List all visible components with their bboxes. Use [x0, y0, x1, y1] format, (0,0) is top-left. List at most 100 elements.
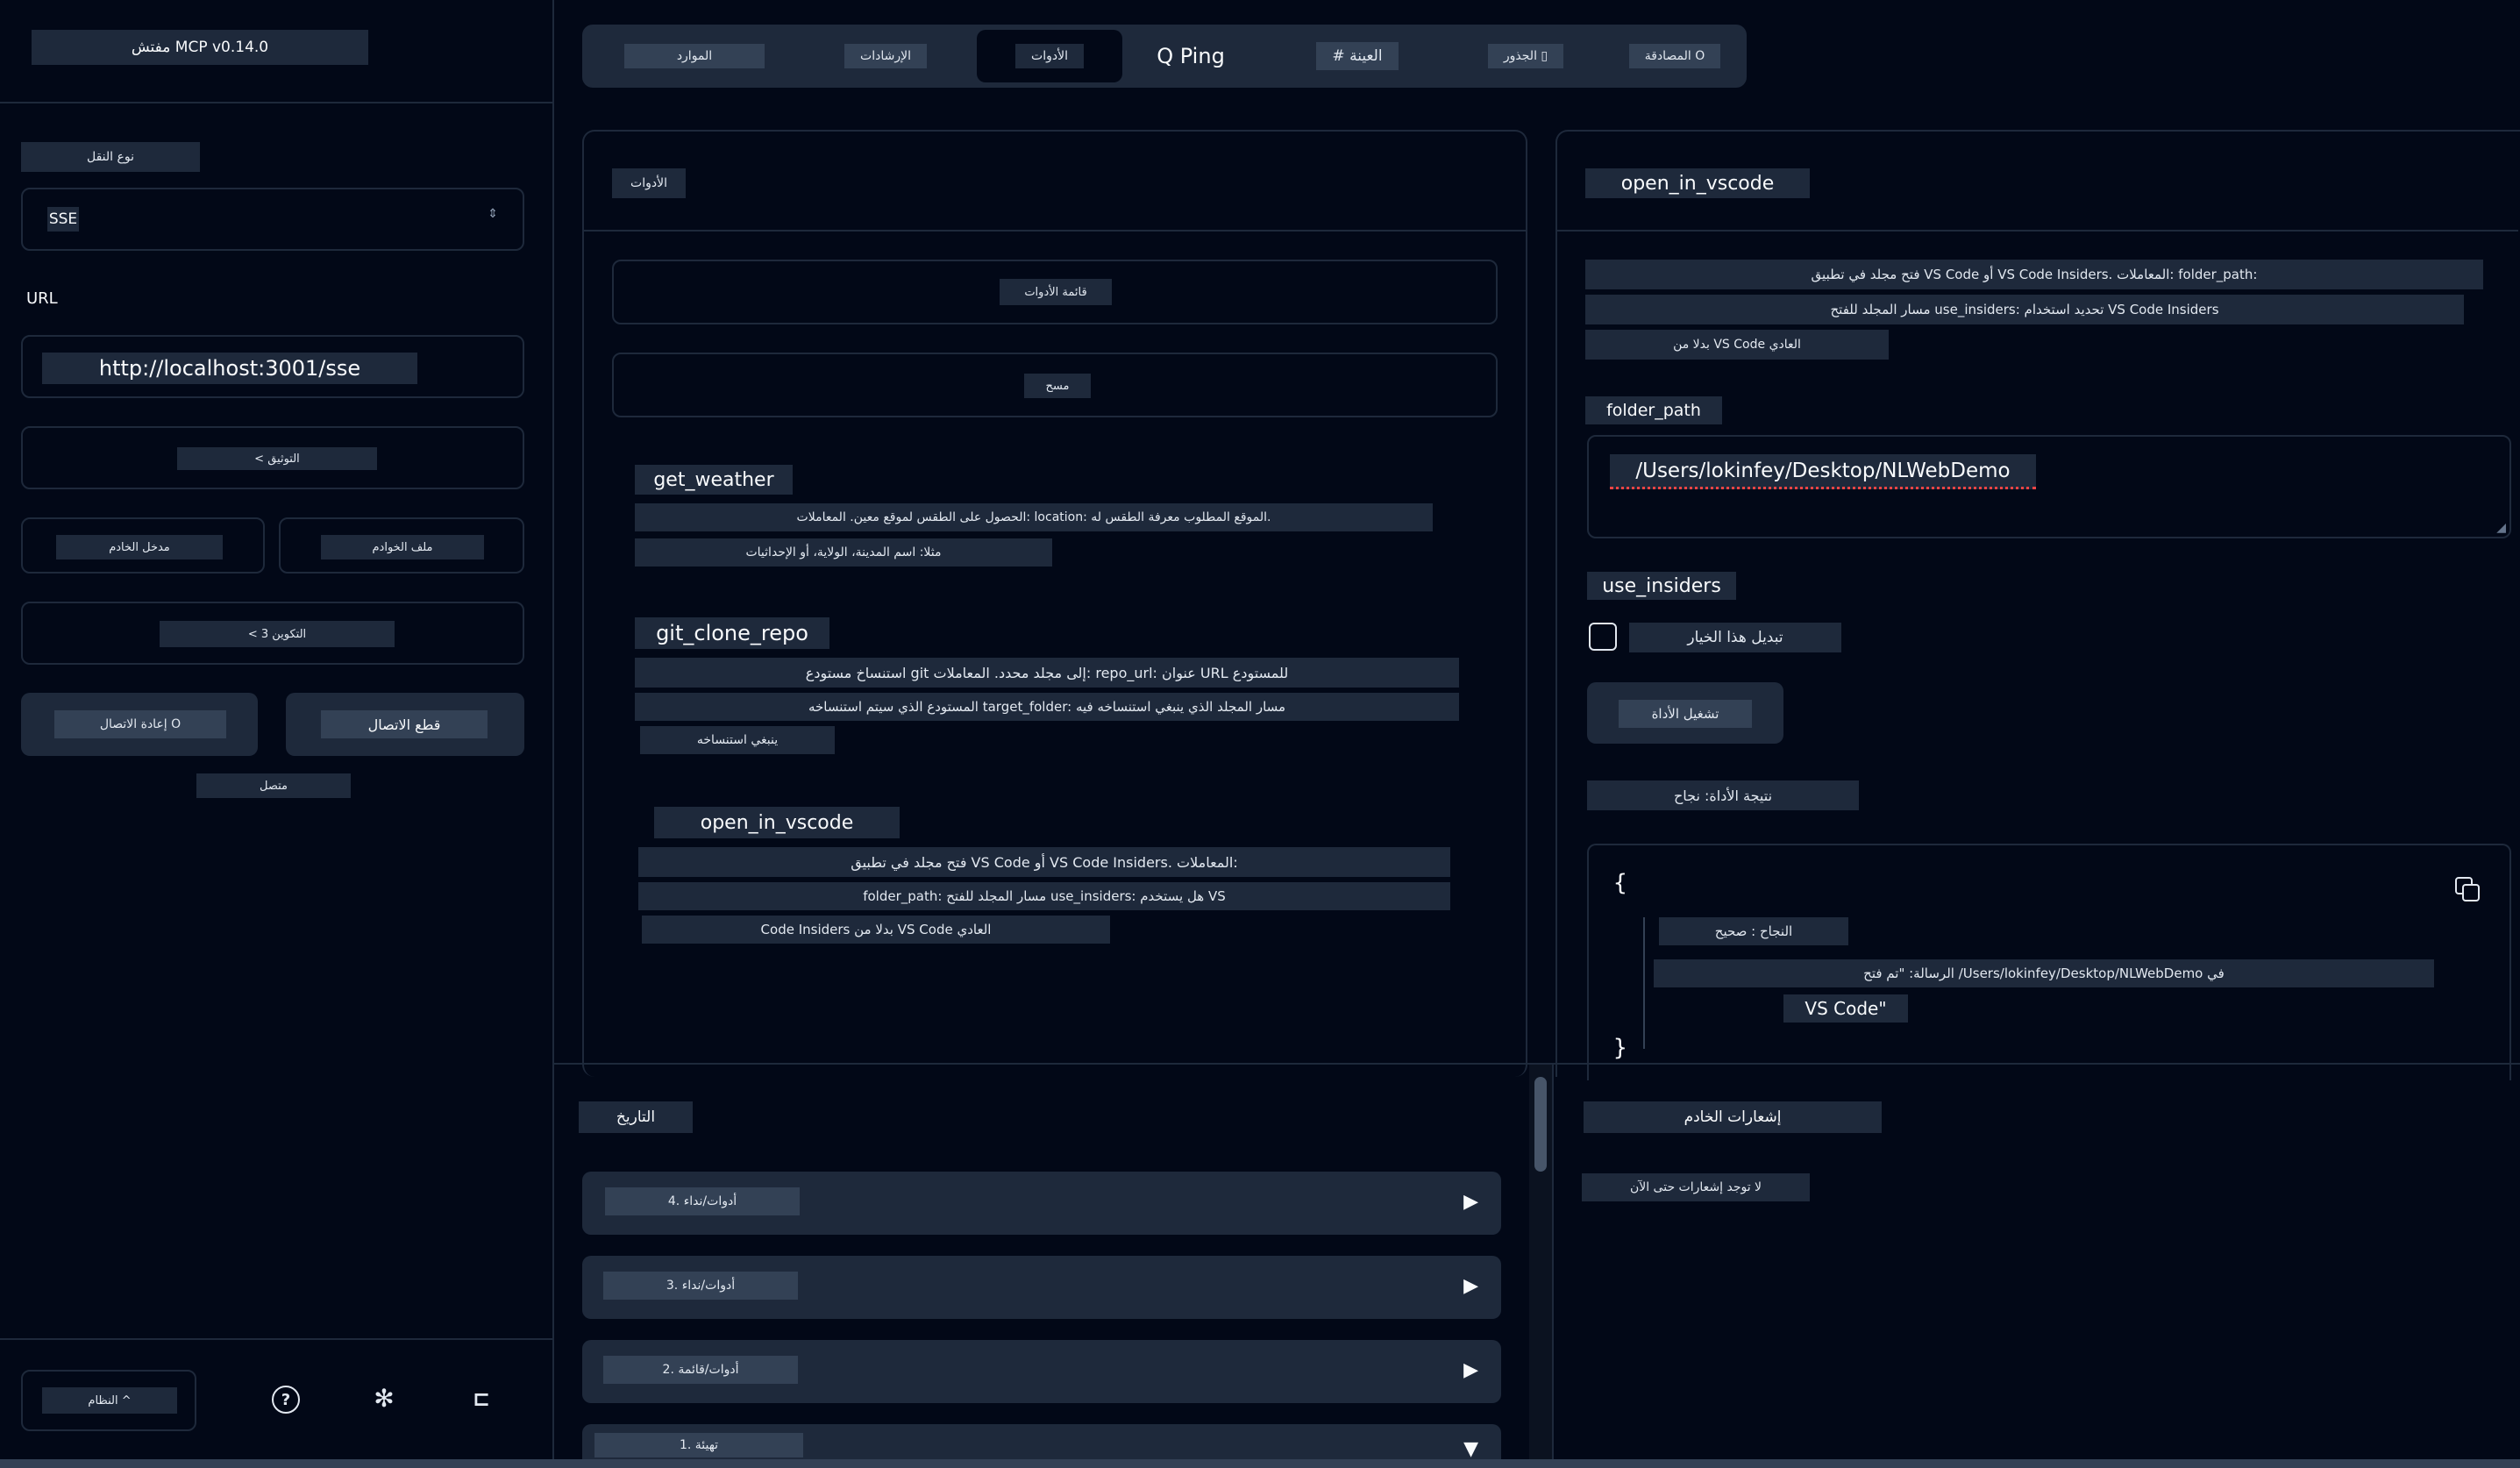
config-button-label: < 3 التكوين — [160, 621, 395, 647]
tool-detail-divider — [1557, 230, 2518, 232]
url-input[interactable]: http://localhost:3001/sse — [21, 335, 524, 398]
use-insiders-checkbox[interactable] — [1589, 623, 1617, 651]
tab-auth-label: المصادقة O — [1628, 44, 1721, 68]
reconnect-label: إعادة الاتصال O — [54, 710, 226, 738]
servers-file-button[interactable]: ملف الخوادم — [279, 517, 524, 574]
history-item-label: 4. أدوات/نداء — [605, 1187, 800, 1215]
list-tools-button[interactable]: قائمة الأدوات — [612, 260, 1498, 324]
help-icon[interactable]: ? — [272, 1386, 300, 1414]
tool-item[interactable]: git_clone_repo استنساخ مستودع git إلى مج… — [635, 617, 1477, 766]
resize-handle-icon[interactable]: ◢ — [2496, 521, 2506, 535]
expand-arrow-icon[interactable]: ▶ — [1463, 1359, 1478, 1381]
sidebar-divider — [0, 102, 554, 103]
history-item[interactable]: 4. أدوات/نداء ▶ — [582, 1172, 1501, 1235]
reconnect-button[interactable]: إعادة الاتصال O — [21, 693, 258, 756]
tool-description: فتح مجلد في تطبيق VS Code أو VS Code Ins… — [638, 847, 1450, 877]
theme-select[interactable]: النظام ^ — [21, 1370, 196, 1431]
config-button[interactable]: < 3 التكوين — [21, 602, 524, 665]
sidebar-footer-divider — [0, 1338, 554, 1340]
notifications-empty: لا توجد إشعارات حتى الآن — [1582, 1173, 1810, 1201]
bottom-vertical-divider — [1552, 1065, 1554, 1468]
theme-label: النظام ^ — [42, 1387, 177, 1414]
tool-description: ينبغي استنساخه — [640, 726, 835, 754]
clear-label: مسح — [1024, 374, 1091, 398]
history-title: التاريخ — [579, 1101, 693, 1133]
copy-icon[interactable] — [2455, 877, 2481, 903]
github-icon[interactable]: ⊏ — [466, 1384, 496, 1414]
tool-name: get_weather — [635, 465, 793, 495]
json-open-brace: { — [1613, 870, 1627, 896]
history-item[interactable]: 2. أدوات/قائمة ▶ — [582, 1340, 1501, 1403]
bug-icon[interactable]: ✻ — [368, 1382, 400, 1414]
tool-description: المستودع الذي سيتم استنساخه target_folde… — [635, 693, 1459, 721]
history-scrollbar-track[interactable] — [1529, 1065, 1552, 1468]
tool-description: Code Insiders بدلا من VS Code العادي — [642, 916, 1110, 944]
tool-item[interactable]: open_in_vscode فتح مجلد في تطبيق VS Code… — [635, 807, 1477, 965]
tools-panel-title: الأدوات — [612, 168, 686, 198]
list-tools-label: قائمة الأدوات — [1000, 279, 1112, 305]
json-indent-guide — [1643, 917, 1645, 1049]
tab-prompts[interactable]: الإرشادات — [815, 32, 956, 81]
auth-button-label: < التوثيق — [177, 447, 377, 470]
toggle-option-label: تبديل هذا الخيار — [1629, 623, 1841, 652]
tab-sampling-label: # العينة — [1316, 42, 1399, 70]
run-tool-button[interactable]: تشغيل الأداة — [1587, 682, 1783, 744]
history-item-label: 3. أدوات/نداء — [603, 1272, 798, 1300]
disconnect-label: قطع الاتصال — [321, 710, 488, 738]
tool-result-output: { النجاح : صحيح الرسالة: "تم فتح /Users/… — [1587, 844, 2511, 1080]
tool-detail-title: open_in_vscode — [1585, 168, 1810, 198]
history-item[interactable]: 3. أدوات/نداء ▶ — [582, 1256, 1501, 1319]
json-close-brace: } — [1613, 1035, 1627, 1061]
tools-panel: الأدوات قائمة الأدوات مسح get_weather ال… — [582, 130, 1527, 1077]
tab-roots[interactable]: الجذور ▯ — [1470, 32, 1582, 81]
url-value: http://localhost:3001/sse — [42, 353, 417, 384]
url-label: URL — [26, 289, 58, 308]
auth-button[interactable]: < التوثيق — [21, 426, 524, 489]
tool-description: الحصول على الطقس لموقع معين. المعاملات: … — [635, 503, 1433, 531]
tab-prompts-label: الإرشادات — [844, 44, 927, 68]
tab-sampling[interactable]: # العينة — [1280, 32, 1434, 81]
server-entry-button[interactable]: مدخل الخادم — [21, 517, 265, 574]
app-title: مفتش MCP v0.14.0 — [32, 30, 368, 65]
json-success: النجاح : صحيح — [1659, 917, 1848, 945]
tool-description: folder_path: مسار المجلد للفتح use_insid… — [638, 882, 1450, 910]
tab-ping[interactable]: Q Ping — [1147, 32, 1235, 81]
tool-name: git_clone_repo — [635, 617, 829, 649]
tool-description: مثلا: اسم المدينة، الولاية، أو الإحداثيا… — [635, 538, 1052, 567]
disconnect-button[interactable]: قطع الاتصال — [286, 693, 524, 756]
servers-file-label: ملف الخوادم — [321, 535, 484, 559]
sidebar: مفتش MCP v0.14.0 نوع النقل SSE ⇕ URL htt… — [0, 0, 554, 1468]
tool-item[interactable]: get_weather الحصول على الطقس لموقع معين.… — [635, 465, 1477, 579]
tab-ping-label: Q Ping — [1157, 44, 1225, 68]
folder-path-input[interactable]: /Users/lokinfey/Desktop/NLWebDemo ◢ — [1587, 435, 2511, 538]
tab-resources-label: الموارد — [623, 44, 765, 68]
expand-arrow-icon[interactable]: ▶ — [1463, 1191, 1478, 1213]
json-message-cont: VS Code" — [1783, 994, 1908, 1023]
transport-select[interactable]: SSE ⇕ — [21, 188, 524, 251]
tool-detail-description: مسار المجلد للفتح use_insiders: تحديد اس… — [1585, 295, 2464, 324]
run-tool-label: تشغيل الأداة — [1619, 700, 1752, 728]
tab-resources[interactable]: الموارد — [610, 32, 779, 81]
server-entry-label: مدخل الخادم — [56, 535, 223, 559]
folder-path-value: /Users/lokinfey/Desktop/NLWebDemo — [1610, 454, 2036, 489]
history-item-label: 1. تهيئة — [594, 1433, 803, 1457]
tool-detail-panel: open_in_vscode فتح مجلد في تطبيق VS Code… — [1555, 130, 2520, 1080]
tool-result-label: نتيجة الأداة: نجاح — [1587, 780, 1859, 810]
transport-label: نوع النقل — [21, 142, 200, 172]
collapse-arrow-icon[interactable]: ▼ — [1463, 1438, 1478, 1460]
tab-auth[interactable]: المصادقة O — [1620, 32, 1729, 81]
tools-panel-divider — [584, 230, 1526, 232]
tool-detail-description: فتح مجلد في تطبيق VS Code أو VS Code Ins… — [1585, 260, 2483, 289]
tab-tools[interactable]: الأدوات — [977, 30, 1122, 82]
history-scrollbar-thumb[interactable] — [1534, 1077, 1547, 1172]
json-message: الرسالة: "تم فتح /Users/lokinfey/Desktop… — [1654, 959, 2434, 987]
connection-status: متصل — [196, 773, 351, 798]
clear-button[interactable]: مسح — [612, 353, 1498, 417]
notifications-title: إشعارات الخادم — [1584, 1101, 1882, 1133]
folder-path-label: folder_path — [1585, 396, 1722, 424]
expand-arrow-icon[interactable]: ▶ — [1463, 1275, 1478, 1297]
tool-description: استنساخ مستودع git إلى مجلد محدد. المعام… — [635, 658, 1459, 688]
tool-detail-description: بدلا من VS Code العادي — [1585, 330, 1889, 360]
history-item-label: 2. أدوات/قائمة — [603, 1356, 798, 1384]
tab-tools-label: الأدوات — [1015, 44, 1084, 68]
